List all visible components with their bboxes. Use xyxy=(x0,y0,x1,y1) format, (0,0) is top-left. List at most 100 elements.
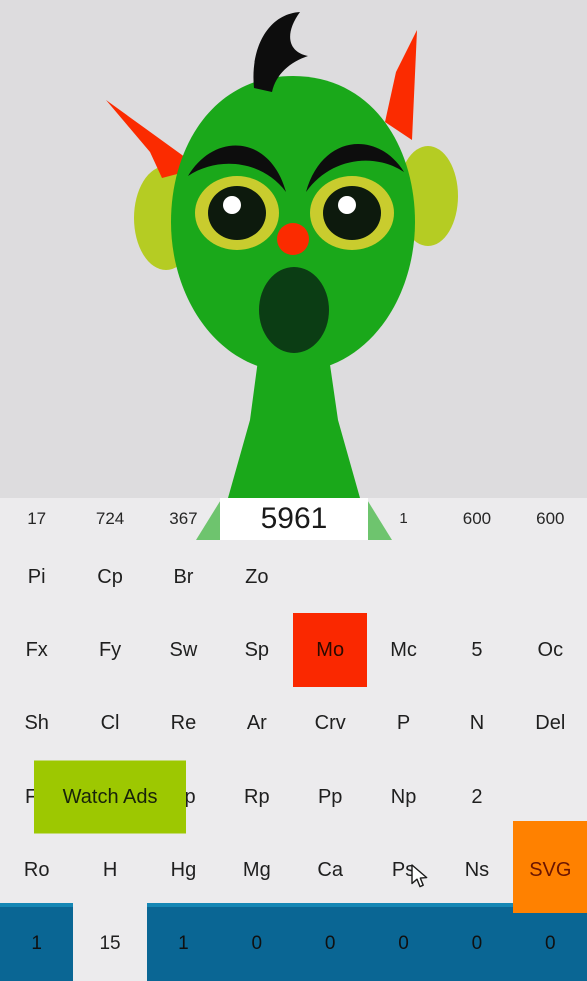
key-2[interactable]: 2 xyxy=(440,760,513,833)
key-label: Np xyxy=(390,785,417,808)
key-label: Re xyxy=(170,712,197,735)
key-label: Ps xyxy=(391,859,416,882)
key-h[interactable]: H xyxy=(73,834,146,907)
monster-character[interactable] xyxy=(0,0,587,498)
key-label: Del xyxy=(535,712,566,735)
key-label: Fy xyxy=(98,639,122,662)
monster-eye-left xyxy=(208,186,266,240)
keyboard-panel: 17 724 367 1 600 600 5961 Pi Cp Br Zo Fx xyxy=(0,498,587,981)
key-sw[interactable]: Sw xyxy=(147,613,220,686)
bottom-cell-3[interactable]: 0 xyxy=(220,903,294,981)
key-zo[interactable]: Zo xyxy=(220,540,293,613)
key-label: Mo xyxy=(316,639,345,662)
key-fy[interactable]: Fy xyxy=(73,613,146,686)
key-ns[interactable]: Ns xyxy=(440,834,513,907)
key-5[interactable]: 5 xyxy=(440,613,513,686)
bottom-cell-5[interactable]: 0 xyxy=(366,903,441,981)
bottom-cell-1[interactable]: 15 xyxy=(73,907,147,981)
monster-mouth xyxy=(259,267,329,353)
key-rp[interactable]: Rp xyxy=(220,760,293,833)
key-label: 2 xyxy=(471,785,483,808)
bottom-cell-label: 0 xyxy=(324,933,336,954)
key-label: Sw xyxy=(169,639,198,662)
key-pi[interactable]: Pi xyxy=(0,540,73,613)
key-crv[interactable]: Crv xyxy=(294,687,367,760)
key-label: Sh xyxy=(24,712,49,735)
key-label: H xyxy=(102,859,118,882)
bottom-cell-7[interactable]: 0 xyxy=(513,903,587,981)
key-label: Br xyxy=(173,565,194,588)
key-pp[interactable]: Pp xyxy=(294,760,367,833)
key-sh[interactable]: Sh xyxy=(0,687,73,760)
key-label: Ro xyxy=(23,859,50,882)
key-grid: Pi Cp Br Zo Fx Fy Sw Sp Mo Mc 5 Oc Sh Cl… xyxy=(0,540,587,914)
key-oc[interactable]: Oc xyxy=(514,613,587,686)
key-watch-ads[interactable]: Watch Ads xyxy=(34,760,187,834)
bottom-cell-label: 0 xyxy=(471,933,483,954)
game-stage[interactable] xyxy=(0,0,587,498)
key-br[interactable]: Br xyxy=(147,540,220,613)
key-label: Zo xyxy=(245,565,269,588)
key-n[interactable]: N xyxy=(440,687,513,760)
monster-eye-highlight-right xyxy=(338,196,356,214)
key-label: 5 xyxy=(471,639,483,662)
bottom-cell-6[interactable]: 0 xyxy=(440,903,515,981)
key-del[interactable]: Del xyxy=(514,687,587,760)
key-label: Watch Ads xyxy=(62,785,158,808)
bottom-cell-2[interactable]: 1 xyxy=(146,903,221,981)
bottom-cell-label: 0 xyxy=(545,933,556,954)
key-label: SVG xyxy=(529,859,572,882)
key-label: Ar xyxy=(246,712,267,735)
key-label: Oc xyxy=(537,639,564,662)
key-cl[interactable]: Cl xyxy=(73,687,146,760)
key-p[interactable]: P xyxy=(367,687,440,760)
key-label: Pi xyxy=(27,565,46,588)
key-empty-r1c8 xyxy=(514,540,587,613)
bottom-number-bar: 1 15 1 0 0 0 0 0 xyxy=(0,903,587,981)
app-root: 17 724 367 1 600 600 5961 Pi Cp Br Zo Fx xyxy=(0,0,587,981)
key-label: Sp xyxy=(244,639,270,662)
key-hg[interactable]: Hg xyxy=(147,834,220,907)
key-ar[interactable]: Ar xyxy=(220,687,293,760)
key-ro[interactable]: Ro xyxy=(0,834,73,907)
bottom-cell-label: 0 xyxy=(251,933,263,954)
key-mc[interactable]: Mc xyxy=(367,613,440,686)
key-mo[interactable]: Mo xyxy=(293,613,368,688)
key-label: Fx xyxy=(25,639,48,662)
key-empty-r1c6 xyxy=(367,540,440,613)
key-label: N xyxy=(469,712,485,735)
key-label: Crv xyxy=(314,712,346,735)
key-label: Pp xyxy=(317,785,343,808)
bottom-cell-0[interactable]: 1 xyxy=(0,903,74,981)
bottom-cell-label: 1 xyxy=(178,933,189,954)
key-label: Rp xyxy=(244,785,270,808)
key-cp[interactable]: Cp xyxy=(73,540,146,613)
bottom-cell-label: 1 xyxy=(31,933,42,954)
key-empty-r1c7 xyxy=(440,540,513,613)
bottom-cell-label: 15 xyxy=(99,933,121,954)
key-label: Ca xyxy=(317,859,343,882)
key-ps[interactable]: Ps xyxy=(367,834,440,907)
key-ca[interactable]: Ca xyxy=(294,834,367,907)
score-display: 5961 xyxy=(220,498,368,540)
key-re[interactable]: Re xyxy=(147,687,220,760)
key-mg[interactable]: Mg xyxy=(220,834,293,907)
key-svg[interactable]: SVG xyxy=(513,821,587,914)
key-sp[interactable]: Sp xyxy=(220,613,293,686)
key-label: Cl xyxy=(100,712,120,735)
score-value: 5961 xyxy=(260,502,328,535)
key-label: P xyxy=(396,712,411,735)
monster-nose xyxy=(277,223,309,255)
bottom-cell-4[interactable]: 0 xyxy=(293,903,368,981)
key-empty-r1c5 xyxy=(294,540,367,613)
key-label: Mc xyxy=(390,639,417,662)
key-np[interactable]: Np xyxy=(367,760,440,833)
key-label: Mg xyxy=(242,859,271,882)
monster-eye-highlight-left xyxy=(223,196,241,214)
key-label: Ns xyxy=(464,859,490,882)
monster-eye-right xyxy=(323,186,381,240)
bottom-cell-label: 0 xyxy=(398,933,409,954)
key-label: Hg xyxy=(170,859,197,882)
key-label: Cp xyxy=(97,565,123,588)
key-fx[interactable]: Fx xyxy=(0,613,73,686)
